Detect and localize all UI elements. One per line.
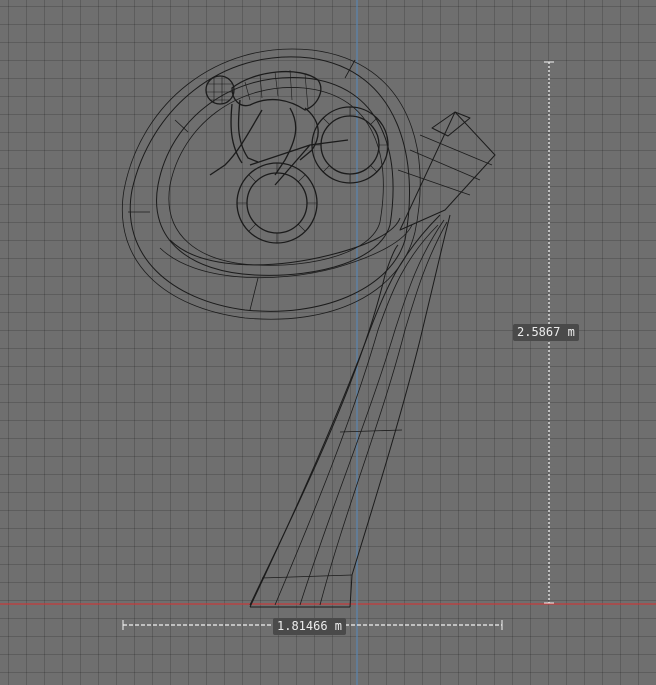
tail-cap-top xyxy=(431,111,471,137)
viewport-canvas xyxy=(0,0,656,685)
bike-frame xyxy=(249,139,349,186)
head-mesh xyxy=(206,77,234,104)
cyclist-leg-2 xyxy=(299,107,319,161)
ring-segment-3 xyxy=(249,277,259,311)
stem-back-edge xyxy=(349,214,451,608)
tail-cap-edge-1 xyxy=(409,149,481,181)
nine-sculpture-wireframe[interactable] xyxy=(122,48,496,608)
loop-outer-ring xyxy=(129,56,410,312)
loop-inner-ring-2 xyxy=(168,87,384,266)
tail-cap xyxy=(399,111,496,231)
cyclist-figure[interactable] xyxy=(205,69,389,244)
cyclist-arm xyxy=(237,99,259,163)
stem-front-edge xyxy=(249,214,441,608)
cyclist-leg-3 xyxy=(209,109,263,176)
cyclist-arm-2 xyxy=(230,103,243,164)
height-measure-label: 2.5867 m xyxy=(513,324,579,341)
3d-viewport[interactable]: 2.5867 m 1.81466 m xyxy=(0,0,656,685)
stem-base-edge-2 xyxy=(261,574,353,579)
width-measure-label: 1.81466 m xyxy=(273,618,347,635)
stem-cross-edge xyxy=(339,429,403,433)
bike-wheel-rear-inner xyxy=(320,115,380,175)
outer-loop-edge xyxy=(249,244,399,606)
stem-mid-edge-2 xyxy=(299,219,445,606)
